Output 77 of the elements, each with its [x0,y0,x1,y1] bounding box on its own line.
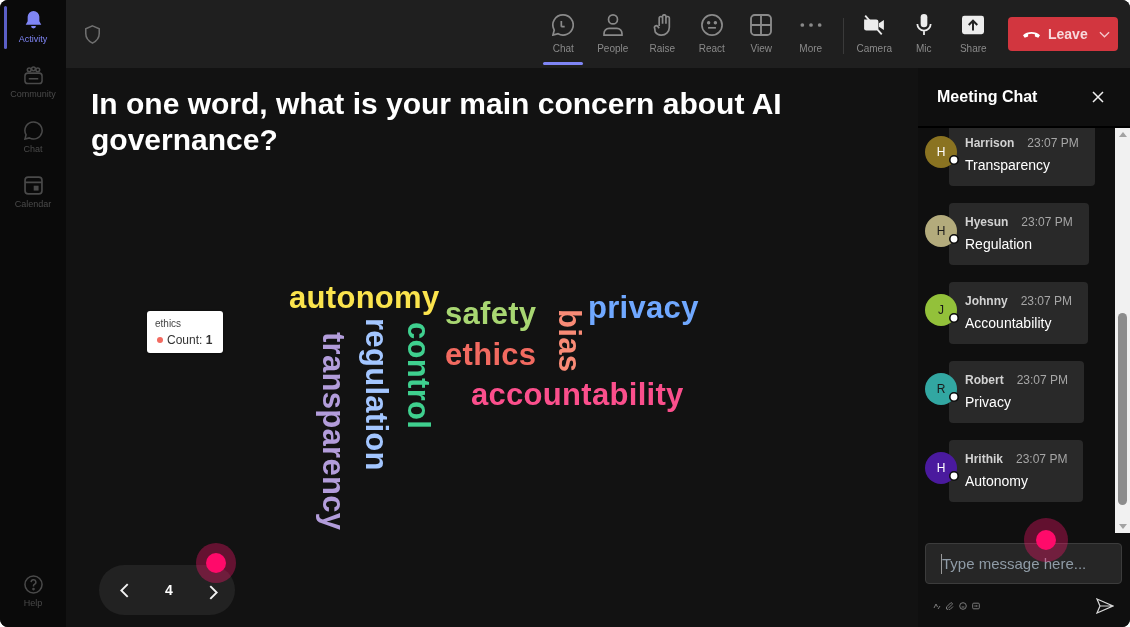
status-dot-icon [949,155,959,165]
status-dot-icon [949,471,959,481]
cloud-word: privacy [588,292,699,323]
cloud-word: autonomy [289,282,440,313]
tooltip-value: Count: 1 [167,333,213,347]
status-dot-icon [949,392,959,402]
message-author: Johnny [965,293,1008,309]
scroll-down-icon[interactable] [1118,524,1127,529]
paperclip-icon[interactable] [946,601,954,610]
share-icon [962,14,985,36]
message-text: Accountability [965,314,1053,333]
shield-icon[interactable] [85,25,100,44]
message-author: Robert [965,372,1004,388]
grid-icon [750,14,773,36]
sticker-icon[interactable] [972,601,980,610]
cloud-word: accountability [471,379,684,410]
chat-bubble-icon [552,14,575,36]
chevron-right-icon [209,585,219,600]
smiley-icon [700,14,723,36]
chevron-left-icon [119,582,129,598]
toolbar-button[interactable]: Share [948,0,998,68]
message-input-field[interactable]: Type message here... [925,543,1122,584]
message-text: Regulation [965,235,1033,254]
chevron-down-icon[interactable] [1099,30,1110,38]
cloud-word: regulation [361,318,392,471]
touch-indicator-icon [196,543,236,583]
status-dot-icon [949,234,959,244]
bell-icon [23,10,43,30]
message-time: 23:07 PM [1020,293,1073,309]
send-button[interactable] [1096,597,1114,614]
camera-off-icon [863,14,886,36]
sidebar-item[interactable]: Activity [0,0,66,55]
format-icon[interactable] [933,601,941,610]
group-icon [23,65,43,85]
poll-question: In one word, what is your main concern about AI governance? [91,86,783,158]
cloud-word: ethics [445,339,537,370]
toolbar-button[interactable]: Chat [538,0,588,68]
message-time: 23:07 PM [1016,372,1069,388]
cloud-word: bias [554,309,585,373]
message-author: Harrison [965,135,1015,151]
cloud-word: safety [445,298,537,329]
chat-bubble-icon [23,120,43,140]
page-number: 4 [165,582,173,598]
toolbar-button[interactable]: People [588,0,638,68]
message-text: Privacy [965,393,1012,412]
toolbar-button[interactable]: More [786,0,836,68]
phone-hangup-icon [1023,30,1040,38]
tooltip-title: ethics [155,318,183,330]
close-icon [1092,91,1104,103]
message-text: Transparency [965,156,1052,175]
toolbar-button[interactable]: Camera [849,0,899,68]
status-dot-icon [949,313,959,323]
calendar-icon [23,175,43,195]
emoji-icon[interactable] [959,601,967,610]
scroll-up-icon[interactable] [1118,132,1127,137]
chat-title: Meeting Chat [937,88,1039,106]
message-text: Autonomy [965,472,1030,491]
message-author: Hyesun [965,214,1009,230]
message-author: Hrithik [965,451,1003,467]
message-time: 23:07 PM [1027,135,1079,151]
toolbar-button[interactable]: Mic [899,0,949,68]
leave-button[interactable]: Leave [1008,17,1118,51]
more-icon [799,23,822,27]
scrollbar-thumb[interactable] [1118,313,1127,505]
scrollbar[interactable] [1115,128,1130,533]
next-button[interactable] [209,584,219,601]
message-time: 23:07 PM [1016,451,1068,467]
cloud-word: control [403,322,434,430]
toolbar-button[interactable]: View [736,0,786,68]
cloud-word: transparency [318,332,349,531]
person-icon [601,14,624,36]
message-time: 23:07 PM [1021,214,1073,230]
toolbar-button[interactable]: Raise [637,0,687,68]
toolbar-button[interactable]: React [687,0,737,68]
previous-button[interactable] [119,582,129,598]
send-icon [1096,597,1114,614]
help-icon [23,574,43,594]
